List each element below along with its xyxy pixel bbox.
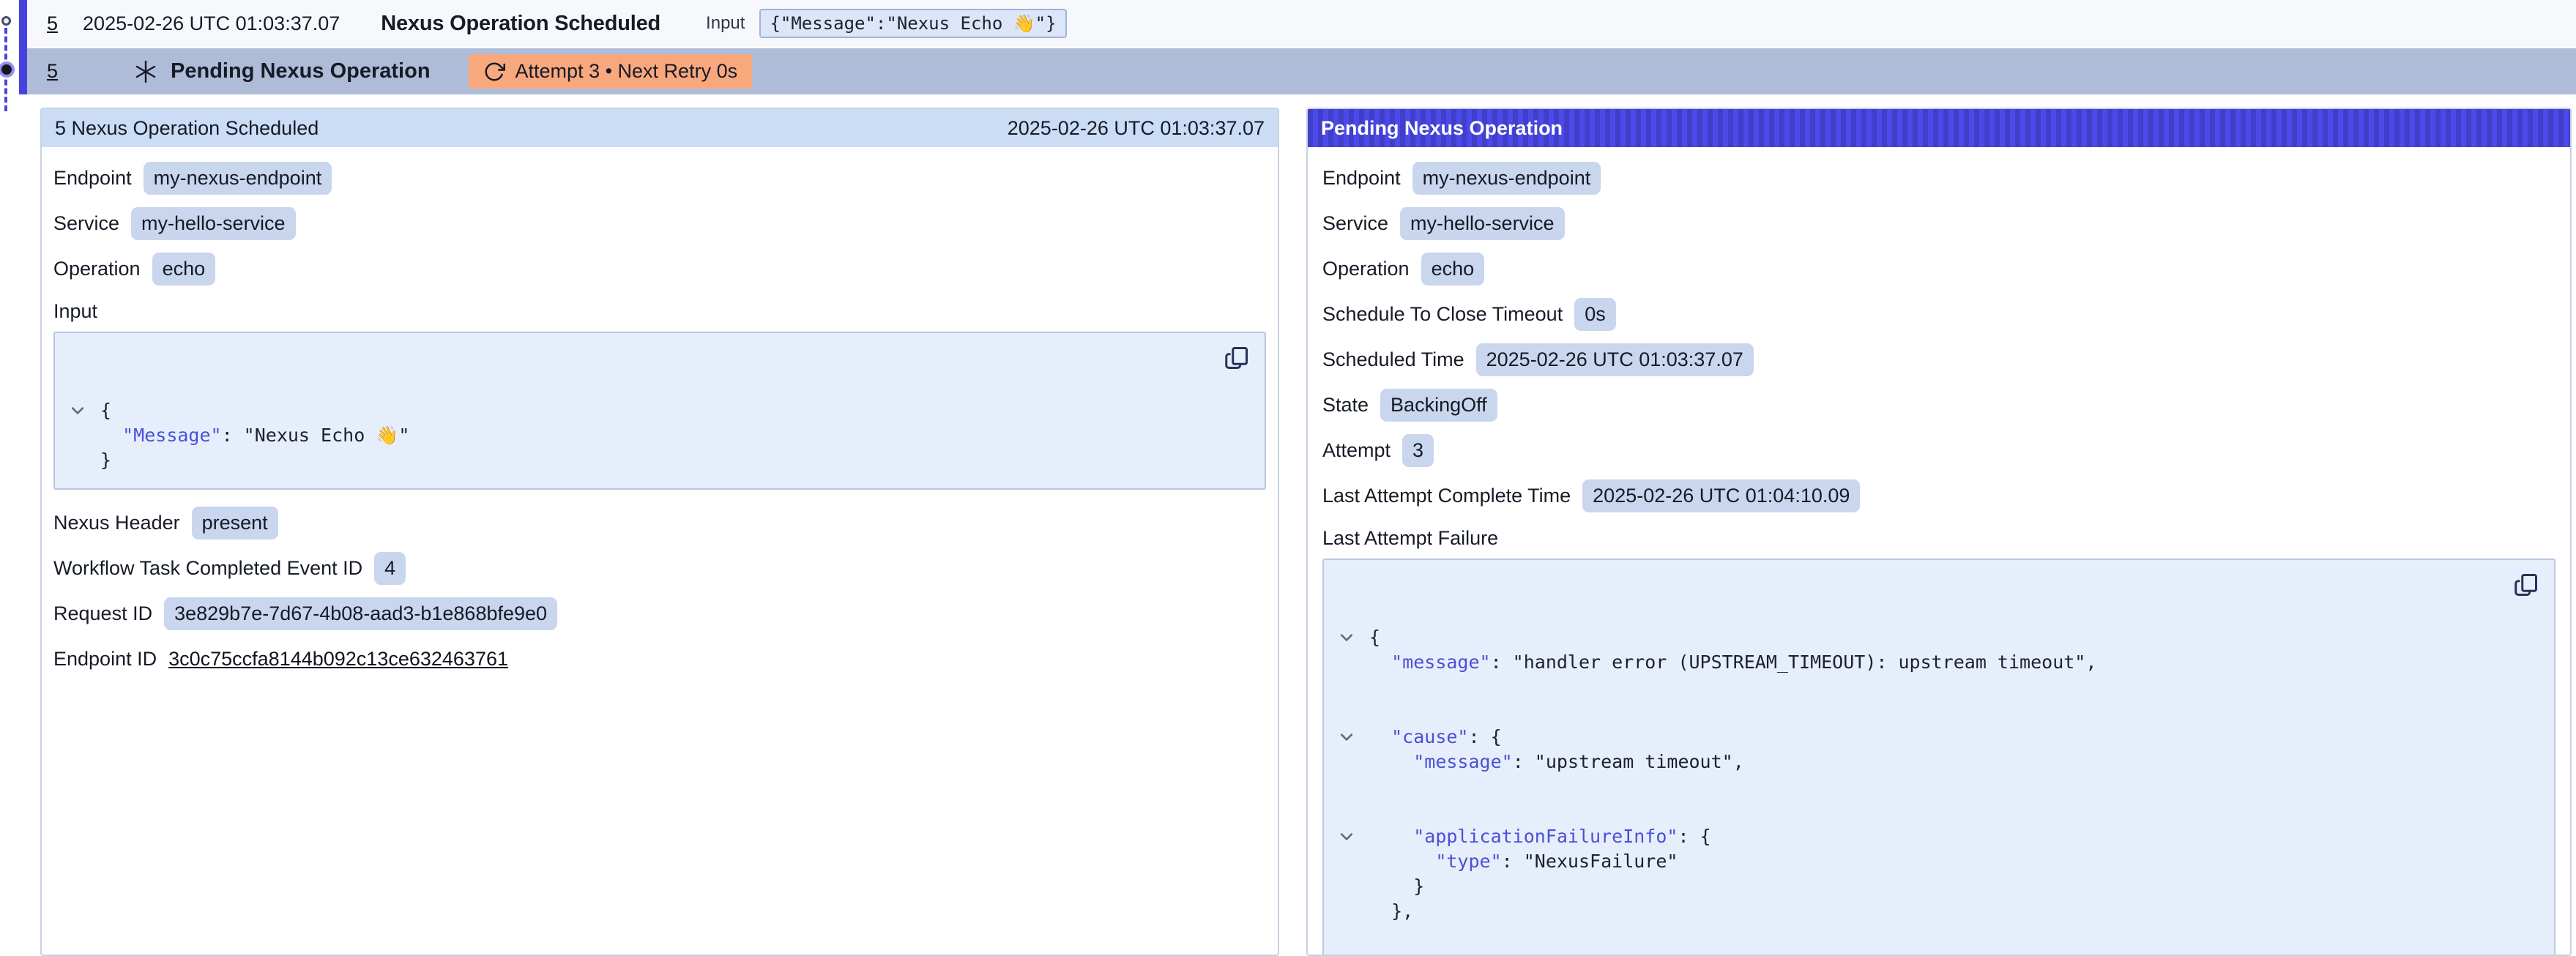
event-summary-row[interactable]: 5 2025-02-26 UTC 01:03:37.07 Nexus Opera… (27, 0, 2576, 47)
field-value: my-hello-service (1400, 207, 1565, 240)
field-state: State BackingOff (1322, 388, 2555, 422)
json-line: "type": "NexusFailure" (1369, 849, 2503, 874)
collapse-chevron-icon[interactable] (1339, 928, 1355, 944)
collapse-chevron-icon[interactable] (1339, 779, 1355, 795)
field-value: my-nexus-endpoint (1412, 162, 1601, 195)
json-line: "cause": { (1369, 675, 2503, 750)
json-line: }, (1369, 899, 2503, 924)
pending-asterisk-icon (134, 60, 157, 83)
field-label: Attempt (1322, 439, 1391, 462)
failure-json-viewer: { "message": "handler error (UPSTREAM_TI… (1322, 559, 2555, 956)
json-line: "message": "handler error (UPSTREAM_TIME… (1369, 650, 2503, 675)
event-title: Nexus Operation Scheduled (381, 12, 660, 36)
field-value: 4 (374, 552, 406, 585)
timeline-node-current-icon (1, 64, 12, 75)
json-line: } (1369, 874, 2503, 899)
field-value: echo (152, 253, 216, 285)
field-label: Operation (53, 258, 141, 280)
json-line: { (1369, 575, 2503, 650)
field-endpoint: Endpoint my-nexus-endpoint (53, 161, 1266, 195)
collapse-chevron-icon[interactable] (1339, 580, 1355, 596)
pending-operation-header: Pending Nexus Operation (1308, 109, 2570, 147)
field-label: Endpoint (1322, 167, 1401, 190)
pending-operation-panel: Pending Nexus Operation Endpoint my-nexu… (1306, 108, 2572, 956)
field-endpoint-id: Endpoint ID 3c0c75ccfa8144b092c13ce63246… (53, 642, 1266, 676)
field-label: Last Attempt Complete Time (1322, 485, 1571, 507)
copy-icon[interactable] (1224, 343, 1253, 373)
timeline-node-icon (1, 16, 11, 26)
json-code: { "message": "handler error (UPSTREAM_TI… (1369, 575, 2503, 956)
json-line: "applicationFailureInfo": { (1369, 774, 2503, 849)
field-endpoint: Endpoint my-nexus-endpoint (1322, 161, 2555, 195)
field-label: Request ID (53, 602, 152, 625)
field-label: Schedule To Close Timeout (1322, 303, 1563, 326)
field-label: Workflow Task Completed Event ID (53, 557, 362, 580)
json-line: "Message": "Nexus Echo 👋" (100, 423, 1213, 448)
field-value: present (192, 507, 278, 539)
json-line: } (100, 448, 1213, 473)
field-value: 3 (1402, 434, 1434, 467)
json-code: { "Message": "Nexus Echo 👋"} (100, 348, 1213, 473)
retry-status-badge: Attempt 3 • Next Retry 0s (469, 54, 753, 89)
event-input-preview-chip: {"Message":"Nexus Echo 👋"} (759, 9, 1066, 38)
field-last-attempt-complete-time: Last Attempt Complete Time 2025-02-26 UT… (1322, 479, 2555, 512)
pending-event-id-link[interactable]: 5 (47, 60, 58, 83)
field-label: Nexus Header (53, 512, 180, 534)
retry-badge-text: Attempt 3 • Next Retry 0s (515, 60, 738, 83)
copy-icon[interactable] (2513, 570, 2542, 600)
pending-operation-row[interactable]: 5 Pending Nexus Operation Attempt 3 • Ne… (27, 48, 2576, 94)
input-section-label: Input (53, 300, 1266, 323)
field-value: echo (1421, 253, 1485, 285)
pending-operation-header-title: Pending Nexus Operation (1321, 117, 1563, 140)
collapse-chevron-icon[interactable] (70, 353, 86, 369)
field-request-id: Request ID 3e829b7e-7d67-4b08-aad3-b1e86… (53, 597, 1266, 630)
json-line: "message": "upstream timeout", (1369, 750, 2503, 774)
input-json-viewer: { "Message": "Nexus Echo 👋"} (53, 332, 1266, 490)
field-label: Service (53, 212, 119, 235)
field-nexus-header: Nexus Header present (53, 506, 1266, 539)
event-detail-header-timestamp: 2025-02-26 UTC 01:03:37.07 (1008, 117, 1265, 140)
field-value: BackingOff (1380, 389, 1497, 422)
field-label: Operation (1322, 258, 1410, 280)
event-detail-panel: 5 Nexus Operation Scheduled 2025-02-26 U… (40, 108, 1279, 956)
field-label: Endpoint ID (53, 648, 157, 671)
selected-event-bar (19, 0, 27, 94)
field-schedule-to-close-timeout: Schedule To Close Timeout 0s (1322, 297, 2555, 331)
pending-operation-title: Pending Nexus Operation (171, 59, 431, 83)
field-label: Service (1322, 212, 1388, 235)
collapse-chevron-icon[interactable] (1339, 679, 1355, 695)
field-value: my-nexus-endpoint (144, 162, 332, 195)
field-label: State (1322, 394, 1369, 417)
pending-operation-content: Endpoint my-nexus-endpoint Service my-he… (1308, 147, 2570, 956)
json-line: "nexusHandlerFailureInfo": { (1369, 924, 2503, 956)
field-value: 3e829b7e-7d67-4b08-aad3-b1e868bfe9e0 (164, 597, 557, 630)
last-attempt-failure-label: Last Attempt Failure (1322, 527, 2555, 550)
event-id-link[interactable]: 5 (47, 12, 58, 35)
field-service: Service my-hello-service (1322, 206, 2555, 240)
field-value: 2025-02-26 UTC 01:04:10.09 (1582, 479, 1860, 512)
event-detail-content: Endpoint my-nexus-endpoint Service my-he… (42, 147, 1278, 702)
field-value: my-hello-service (131, 207, 296, 240)
field-label: Scheduled Time (1322, 348, 1464, 371)
field-label: Endpoint (53, 167, 132, 190)
event-detail-header-title: 5 Nexus Operation Scheduled (55, 117, 319, 140)
event-timestamp: 2025-02-26 UTC 01:03:37.07 (83, 12, 340, 35)
field-value: 2025-02-26 UTC 01:03:37.07 (1476, 343, 1754, 376)
field-operation: Operation echo (1322, 252, 2555, 285)
field-operation: Operation echo (53, 252, 1266, 285)
field-workflow-task-completed-event-id: Workflow Task Completed Event ID 4 (53, 551, 1266, 585)
retry-icon (483, 61, 505, 83)
field-service: Service my-hello-service (53, 206, 1266, 240)
field-scheduled-time: Scheduled Time 2025-02-26 UTC 01:03:37.0… (1322, 343, 2555, 376)
field-value: 0s (1574, 298, 1616, 331)
json-line: { (100, 348, 1213, 423)
event-detail-header: 5 Nexus Operation Scheduled 2025-02-26 U… (42, 109, 1278, 147)
field-endpoint-id-link[interactable]: 3c0c75ccfa8144b092c13ce632463761 (168, 648, 508, 671)
event-input-label: Input (706, 13, 745, 34)
field-attempt: Attempt 3 (1322, 433, 2555, 467)
